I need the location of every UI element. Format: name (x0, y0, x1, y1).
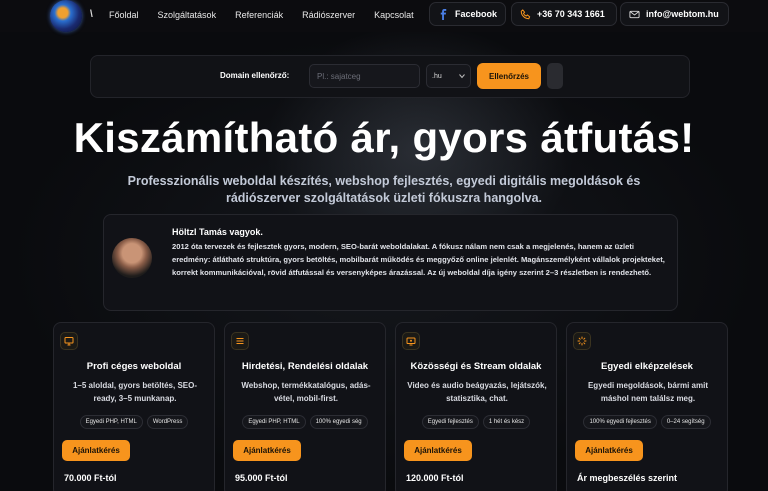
card-price: 120.000 Ft-tól (406, 473, 464, 483)
nav-item-home[interactable]: Főoldal (109, 10, 139, 20)
main-nav: Főoldal Szolgáltatások Referenciák Rádió… (109, 0, 433, 30)
list-icon (236, 337, 244, 345)
nav-item-contact[interactable]: Kapcsolat (374, 10, 414, 20)
tld-value: .hu (432, 72, 442, 80)
mail-icon (629, 10, 640, 18)
card-icon-wrapper (573, 332, 591, 350)
email-address: info@webtom.hu (646, 9, 719, 19)
card-title: Profi céges weboldal (86, 361, 182, 372)
domain-checker-label: Domain ellenőrző: (220, 71, 290, 80)
facebook-button[interactable]: Facebook (429, 2, 506, 26)
card-tags: Egyedi fejlesztés 1 hét és kész (396, 415, 556, 429)
about-text: 2012 óta tervezek és fejlesztek gyors, m… (172, 242, 665, 278)
card-title: Közösségi és Stream oldalak (410, 361, 542, 372)
card-title: Egyedi elképzelések (601, 361, 693, 372)
nav-item-references[interactable]: Referenciák (235, 10, 283, 20)
about-name: Höltzl Tamás vagyok. (172, 227, 263, 237)
card-price: 95.000 Ft-tól (235, 473, 288, 483)
request-quote-button[interactable]: Ajánlatkérés (575, 440, 643, 461)
card-tag: 100% egyedi fejlesztés (583, 415, 657, 429)
domain-input[interactable] (309, 64, 420, 88)
logo-mark: \ (90, 9, 93, 20)
card-description: Video és audio beágyazás, lejátszók, sta… (407, 381, 547, 403)
service-card-community-stream: Közösségi és Stream oldalak Video és aud… (395, 322, 557, 491)
card-tag: WordPress (146, 415, 189, 429)
card-tags: Egyedi PHP, HTML WordPress (54, 415, 214, 429)
card-tag: 100% egyedi ség (309, 415, 368, 429)
tld-select[interactable]: .hu (426, 64, 471, 88)
hero-subtitle: Professzionális weboldal készítés, websh… (127, 174, 641, 205)
card-tag: 0–24 segítség (660, 415, 711, 429)
broadcast-icon (406, 337, 416, 346)
email-button[interactable]: info@webtom.hu (620, 2, 729, 26)
card-description: Webshop, termékkatalógus, adás-vétel, mo… (241, 381, 371, 403)
card-description: 1–5 aloldal, gyors betöltés, SEO-ready, … (72, 381, 198, 403)
card-tag: 1 hét és kész (482, 415, 531, 429)
monitor-icon (64, 337, 74, 346)
card-tags: Egyedi PHP, HTML 100% egyedi ség (225, 415, 385, 429)
card-tag: Egyedi fejlesztés (421, 415, 479, 429)
request-quote-button[interactable]: Ajánlatkérés (62, 440, 130, 461)
card-icon-wrapper (402, 332, 420, 350)
card-price: Ár megbeszélés szerint (577, 473, 678, 483)
avatar (112, 238, 152, 278)
card-tags: 100% egyedi fejlesztés 0–24 segítség (567, 415, 727, 429)
service-card-listing-pages: Hirdetési, Rendelési oldalak Webshop, te… (224, 322, 386, 491)
phone-button[interactable]: +36 70 343 1661 (511, 2, 617, 26)
site-logo[interactable] (50, 0, 82, 32)
facebook-icon (440, 8, 447, 20)
card-description: Egyedi megoldások, bármi amit máshol nem… (587, 381, 709, 403)
request-quote-button[interactable]: Ajánlatkérés (404, 440, 472, 461)
domain-check-button[interactable]: Ellenőrzés (477, 63, 541, 89)
hero-title: Kiszámítható ár, gyors átfutás! (73, 114, 695, 161)
service-card-custom-ideas: Egyedi elképzelések Egyedi megoldások, b… (566, 322, 728, 491)
nav-item-services[interactable]: Szolgáltatások (158, 10, 217, 20)
card-icon-wrapper (231, 332, 249, 350)
chevron-down-icon (459, 74, 465, 79)
service-card-business-website: Profi céges weboldal 1–5 aloldal, gyors … (53, 322, 215, 491)
facebook-label: Facebook (454, 9, 497, 19)
card-tag: Egyedi PHP, HTML (79, 415, 143, 429)
card-price: 70.000 Ft-tól (64, 473, 117, 483)
card-tag: Egyedi PHP, HTML (242, 415, 306, 429)
domain-secondary-button[interactable] (547, 63, 563, 89)
phone-icon (520, 8, 531, 19)
phone-number: +36 70 343 1661 (537, 9, 605, 19)
card-title: Hirdetési, Rendelési oldalak (241, 361, 369, 372)
request-quote-button[interactable]: Ajánlatkérés (233, 440, 301, 461)
nav-item-radio-server[interactable]: Rádiószerver (302, 10, 355, 20)
card-icon-wrapper (60, 332, 78, 350)
spinner-icon (577, 336, 587, 346)
